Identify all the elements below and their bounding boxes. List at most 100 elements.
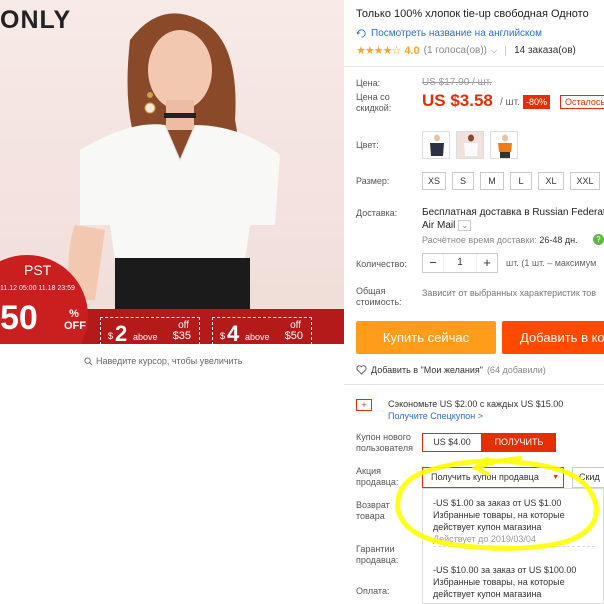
coupon-desc: действует купон магазина xyxy=(433,522,542,532)
voucher-amount: 2 xyxy=(115,321,128,344)
color-swatch-orange[interactable] xyxy=(490,131,518,159)
discount-badge: -80% xyxy=(523,95,551,109)
delivery-estimate: Расчётное время доставки: 26-48 дн. xyxy=(422,235,578,245)
quantity-stepper: − 1 + xyxy=(422,253,498,273)
wishlist-button[interactable]: Добавить в "Мои желания" (64 добавили) xyxy=(356,365,546,375)
seller-coupon-dropdown[interactable]: Получить купон продавца ▼ xyxy=(422,467,564,488)
guarantee-label: Гарантии продавца: xyxy=(356,544,399,565)
old-price: US $17.90 / шт. xyxy=(422,77,492,88)
coupon-desc: действует купон магазина xyxy=(433,589,542,599)
size-xl[interactable]: XL xyxy=(538,172,564,190)
coupon-desc: Избранные товары, на которые xyxy=(433,510,565,520)
payment-label: Оплата: xyxy=(356,586,390,596)
size-xxl[interactable]: XXL xyxy=(570,172,600,190)
seller-coupon-dropdown-label: Получить купон продавца xyxy=(431,472,539,482)
divider xyxy=(505,45,507,56)
remaining-badge: Осталось xyxy=(560,95,604,109)
wishlist-text: Добавить в "Мои желания" xyxy=(371,365,483,375)
coupon-amount: -US $10.00 за заказ от US $100.00 xyxy=(433,565,577,575)
magnifier-icon xyxy=(84,356,93,365)
rating-value: 4.0 xyxy=(404,44,420,57)
promo-off: % OFF xyxy=(64,308,86,332)
zoom-hint-text: Наведите курсор, чтобы увеличить xyxy=(96,356,243,366)
discount-price: US $3.58 xyxy=(422,91,493,110)
seller-coupon-list: -US $1.00 за заказ от US $1.00 Избранные… xyxy=(422,488,604,604)
special-coupon-link[interactable]: Получите Спецкупон > xyxy=(388,411,483,421)
add-to-cart-button[interactable]: Добавить в ко xyxy=(502,321,604,354)
shipping-method[interactable]: Бесплатная доставка в Russian Federat xyxy=(422,207,604,218)
promo-dates: 11.12 05:00 11.18 23:59 xyxy=(0,285,75,292)
shipping-carrier-text: Air Mail xyxy=(422,220,456,231)
coupon-amount: -US $1.00 за заказ от US $1.00 xyxy=(433,498,562,508)
buy-now-button[interactable]: Купить сейчас xyxy=(356,321,496,354)
divider xyxy=(344,384,604,385)
color-label: Цвет: xyxy=(356,140,379,150)
total-label: Общая стоимость: xyxy=(356,286,402,307)
promo-percent-sign: % xyxy=(69,308,79,320)
voucher-min: $35 xyxy=(172,330,191,342)
delivery-estimate-value: 26-48 дн. xyxy=(539,235,578,245)
coupon-item[interactable]: -US $10.00 за заказ от US $100.00 Избран… xyxy=(433,564,603,600)
promo-pst: PST xyxy=(24,262,52,278)
help-icon[interactable]: ? xyxy=(593,234,604,245)
increment-button[interactable]: + xyxy=(477,254,497,272)
rating-stars-icon: ★★★★☆ xyxy=(356,45,401,57)
quantity-note: шт. (1 шт. – максимум xyxy=(506,258,597,268)
zoom-hint: Наведите курсор, чтобы увеличить xyxy=(84,356,242,366)
coupon-item[interactable]: -US $1.00 за заказ от US $1.00 Избранные… xyxy=(433,497,603,545)
wishlist-count: (64 добавили) xyxy=(486,365,546,375)
orders-count: 14 заказа(ов) xyxy=(514,45,576,56)
voucher-above: above xyxy=(245,332,270,342)
discount-dropdown[interactable]: Скид xyxy=(572,467,604,488)
return-label: Возврат товара xyxy=(356,500,390,521)
shipping-label: Доставка: xyxy=(356,208,398,218)
total-note: Зависит от выбранных характеристик тов xyxy=(422,288,597,298)
size-label: Размер: xyxy=(356,176,390,186)
voucher-amount: 4 xyxy=(227,321,240,344)
voucher-currency: $ xyxy=(220,331,226,341)
coupon-icon: + xyxy=(356,399,372,411)
translate-link[interactable]: Посмотреть название на английском xyxy=(356,28,542,39)
translate-link-text: Посмотреть название на английском xyxy=(371,28,542,39)
rating-votes[interactable]: (1 голоса(ов)) xyxy=(424,45,487,56)
quantity-input[interactable]: 1 xyxy=(443,254,477,272)
model-photo xyxy=(68,13,280,310)
new-user-coupon-label: Купон нового пользователя xyxy=(356,432,413,453)
divider xyxy=(344,66,604,67)
size-xs[interactable]: XS xyxy=(422,172,446,190)
delivery-estimate-label: Расчётное время доставки: xyxy=(422,235,537,245)
save-offer-text: Сэкономьте US $2.00 с каждых US $15.00 xyxy=(388,399,564,409)
size-m[interactable]: M xyxy=(480,172,504,190)
chevron-down-icon: ⌄ xyxy=(458,220,472,231)
decrement-button[interactable]: − xyxy=(423,254,443,272)
voucher-currency: $ xyxy=(108,331,114,341)
heart-icon xyxy=(356,365,367,375)
get-coupon-button[interactable]: ПОЛУЧИТЬ xyxy=(482,433,556,452)
coupon-validity: Действует до 2019/03/04 xyxy=(433,534,536,544)
color-swatch-navy[interactable] xyxy=(422,131,450,159)
divider xyxy=(433,546,595,547)
price-label: Цена: xyxy=(356,78,381,88)
seller-promo-label: Акция продавца: xyxy=(356,466,399,487)
product-image[interactable]: ONLY PST 11.12 05:00 11.18 23:59 50 % OF… xyxy=(0,0,344,344)
promo-voucher: $ 4 off above $50 xyxy=(212,317,312,344)
new-user-coupon-amount: US $4.00 xyxy=(422,433,482,452)
promo-off-label: OFF xyxy=(64,320,86,332)
translate-icon xyxy=(356,29,366,38)
rating-row: ★★★★☆ 4.0 (1 голоса(ов)) ⌵ 14 заказа(ов) xyxy=(356,44,576,58)
shipping-carrier[interactable]: Air Mail ⌄ xyxy=(422,220,472,231)
coupon-desc: Избранные товары, на которые xyxy=(433,577,565,587)
quantity-label: Количество: xyxy=(356,259,407,269)
promo-percent: 50 xyxy=(0,299,38,337)
caret-down-icon: ▼ xyxy=(552,474,559,481)
voucher-above: above xyxy=(133,332,158,342)
discount-price-label: Цена со скидкой: xyxy=(356,92,392,113)
color-swatch-white[interactable] xyxy=(456,131,484,159)
chevron-down-icon[interactable]: ⌵ xyxy=(491,46,497,56)
product-title: Только 100% хлопок tie-up свободная Одно… xyxy=(356,8,589,20)
promo-voucher: $ 2 off above $35 xyxy=(100,317,200,344)
size-l[interactable]: L xyxy=(510,172,532,190)
per-unit: / шт. xyxy=(500,97,520,108)
brand-logo: ONLY xyxy=(0,6,72,34)
size-s[interactable]: S xyxy=(452,172,474,190)
